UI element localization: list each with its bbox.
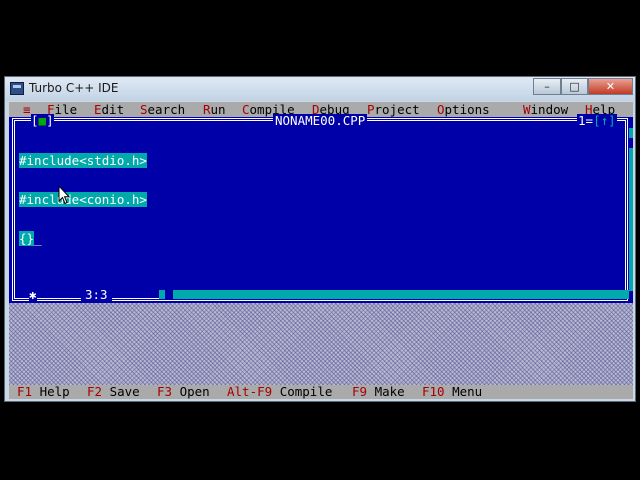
ide-desktop	[9, 303, 633, 385]
menu-search[interactable]: Search	[140, 102, 185, 117]
menu-edit[interactable]: Edit	[94, 102, 124, 117]
editor-title: NONAME00.CPP	[273, 113, 368, 128]
menu-window[interactable]: Window	[523, 102, 568, 117]
maximize-button[interactable]: □	[561, 78, 588, 95]
editor-close-box[interactable]: [■]	[31, 114, 54, 127]
code-area[interactable]: #include<stdio.h> #include<conio.h> {}_	[19, 128, 147, 271]
mouse-pointer-icon	[58, 185, 70, 205]
code-line[interactable]: #include<stdio.h>	[19, 153, 147, 168]
close-button[interactable]: ✕	[588, 78, 633, 95]
window-titlebar[interactable]: Turbo C++ IDE – □ ✕	[5, 77, 635, 101]
zoom-box[interactable]: [↑]	[593, 113, 616, 128]
menu-options[interactable]: Options	[437, 102, 490, 117]
system-menu-icon[interactable]: ≡	[23, 102, 31, 117]
app-icon	[10, 82, 24, 95]
text-cursor: _	[34, 231, 42, 246]
editor-window-number[interactable]: 1=[↑]	[577, 114, 617, 127]
ide-window: Turbo C++ IDE – □ ✕ ≡ File Edit Search R…	[4, 76, 636, 402]
status-item-open[interactable]: F3 Open	[157, 385, 210, 399]
minimize-button[interactable]: –	[533, 78, 561, 95]
status-bar: F1 Help F2 Save F3 Open Alt-F9 Compile F…	[9, 385, 633, 399]
modified-star-icon: ✱	[29, 287, 37, 302]
menu-run[interactable]: Run	[203, 102, 226, 117]
status-item-make[interactable]: F9 Make	[352, 385, 405, 399]
status-item-compile[interactable]: Alt-F9 Compile	[227, 385, 332, 399]
vertical-scroll-thumb[interactable]	[629, 138, 633, 148]
status-item-save[interactable]: F2 Save	[87, 385, 140, 399]
horizontal-scrollbar[interactable]	[159, 290, 629, 299]
horizontal-scroll-thumb[interactable]	[165, 290, 173, 299]
status-item-help[interactable]: F1 Help	[17, 385, 70, 399]
code-line[interactable]: {}_	[19, 231, 147, 246]
code-line[interactable]: #include<conio.h>	[19, 192, 147, 207]
cursor-position: 3:3	[81, 288, 112, 301]
status-item-menu[interactable]: F10 Menu	[422, 385, 482, 399]
window-title: Turbo C++ IDE	[29, 81, 119, 95]
vertical-scrollbar[interactable]	[629, 128, 633, 291]
dos-screen: ≡ File Edit Search Run Compile Debug Pro…	[9, 102, 633, 399]
menu-project[interactable]: Project	[367, 102, 420, 117]
